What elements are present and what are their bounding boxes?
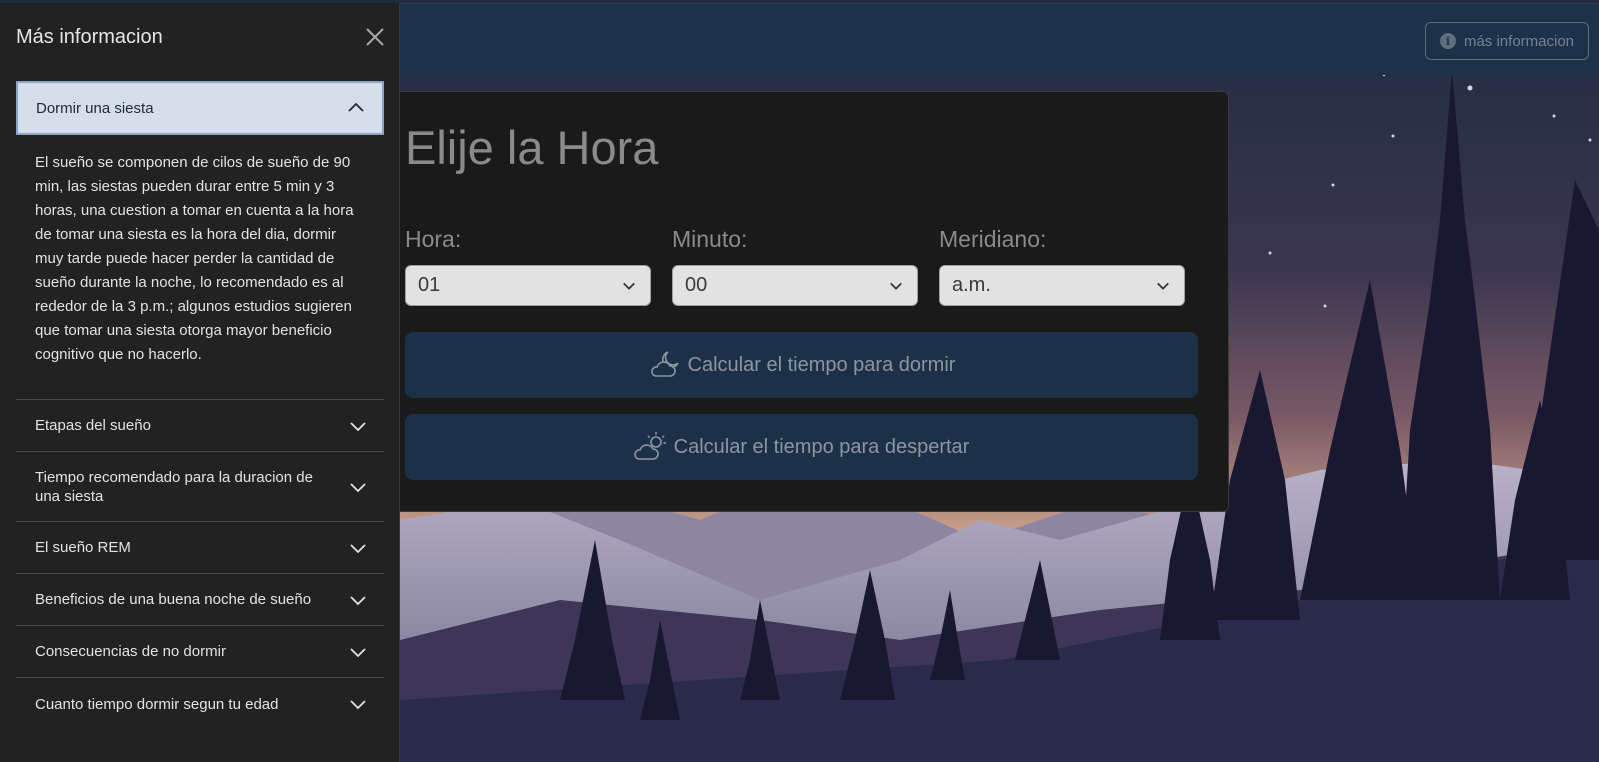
chevron-down-icon bbox=[623, 282, 635, 290]
chevron-down-icon bbox=[350, 595, 366, 605]
cloud-sun-icon bbox=[633, 432, 666, 460]
calculate-wake-label: Calcular el tiempo para despertar bbox=[673, 435, 970, 458]
offcanvas-header: Más informacion bbox=[16, 21, 386, 53]
accordion-item-label: El sueño REM bbox=[35, 539, 131, 556]
accordion-header-label: Dormir una siesta bbox=[36, 99, 154, 117]
chevron-down-icon bbox=[350, 700, 366, 710]
chevron-down-icon bbox=[350, 482, 366, 492]
minute-select-value: 00 bbox=[685, 274, 708, 296]
chevron-up-icon bbox=[348, 102, 364, 112]
accordion-item-label: Tiempo recomendado para la duracion de u… bbox=[35, 468, 313, 505]
meridian-select-value: a.m. bbox=[952, 274, 991, 296]
accordion-item-no-sleep-consequences[interactable]: Consecuencias de no dormir bbox=[16, 626, 384, 678]
chevron-down-icon bbox=[350, 543, 366, 553]
chevron-down-icon bbox=[350, 647, 366, 657]
time-picker-card: Elije la Hora Hora: 01 Minuto: 00 Meridi… bbox=[380, 91, 1229, 512]
minute-field: Minuto: 00 bbox=[672, 226, 918, 306]
meridian-select[interactable]: a.m. bbox=[939, 265, 1185, 306]
meridian-field: Meridiano: a.m. bbox=[939, 226, 1185, 306]
cloud-moon-icon bbox=[650, 351, 679, 377]
more-info-button[interactable]: i más informacion bbox=[1425, 22, 1589, 60]
meridian-label: Meridiano: bbox=[939, 226, 1047, 252]
hour-field: Hora: 01 bbox=[405, 226, 651, 306]
accordion-item-sleep-stages[interactable]: Etapas del sueño bbox=[16, 400, 384, 452]
offcanvas-title: Más informacion bbox=[16, 25, 163, 48]
chevron-down-icon bbox=[350, 421, 366, 431]
accordion-item-label: Etapas del sueño bbox=[35, 417, 151, 434]
hour-select-value: 01 bbox=[418, 274, 441, 296]
accordion-item-label: Beneficios de una buena noche de sueño bbox=[35, 591, 312, 608]
accordion-header-nap[interactable]: Dormir una siesta bbox=[16, 81, 384, 135]
info-accordion: Dormir una siesta El sueño se componen d… bbox=[16, 81, 384, 730]
hour-label: Hora: bbox=[405, 226, 462, 252]
hour-select[interactable]: 01 bbox=[405, 265, 651, 306]
info-circle-icon: i bbox=[1439, 33, 1456, 49]
accordion-item-label: Cuanto tiempo dormir segun tu edad bbox=[35, 695, 279, 713]
accordion-item-label: Consecuencias de no dormir bbox=[35, 643, 226, 660]
chevron-down-icon bbox=[890, 282, 902, 290]
accordion-item-rem-sleep[interactable]: El sueño REM bbox=[16, 522, 384, 574]
calculate-sleep-button[interactable]: Calcular el tiempo para dormir bbox=[405, 332, 1198, 398]
accordion-item-nap-duration[interactable]: Tiempo recomendado para la duracion de u… bbox=[16, 452, 384, 522]
minute-label: Minuto: bbox=[672, 226, 748, 252]
accordion-item-sleep-benefits[interactable]: Beneficios de una buena noche de sueño bbox=[16, 574, 384, 626]
calculate-wake-button[interactable]: Calcular el tiempo para despertar bbox=[405, 414, 1198, 480]
chevron-down-icon bbox=[1157, 282, 1169, 290]
more-info-button-label: más informacion bbox=[1463, 32, 1575, 50]
minute-select[interactable]: 00 bbox=[672, 265, 918, 306]
info-offcanvas-panel: Más informacion Dormir una siesta El sue… bbox=[0, 3, 400, 762]
close-icon[interactable] bbox=[364, 26, 386, 48]
accordion-body-nap: El sueño se componen de cilos de sueño d… bbox=[16, 135, 384, 400]
calculate-sleep-label: Calcular el tiempo para dormir bbox=[687, 353, 956, 376]
card-title: Elije la Hora bbox=[405, 121, 659, 174]
accordion-item-sleep-by-age[interactable]: Cuanto tiempo dormir segun tu edad bbox=[16, 678, 384, 730]
